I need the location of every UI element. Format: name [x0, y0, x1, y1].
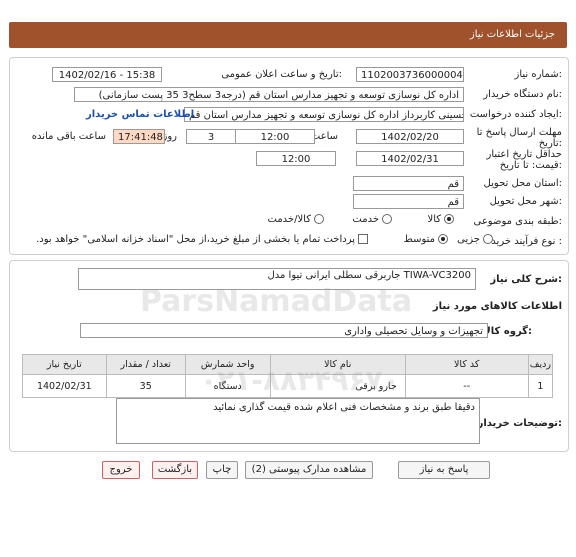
radio-icon[interactable] — [444, 214, 454, 224]
city-field: قم — [353, 194, 464, 209]
city-label: شهر محل تحویل: — [489, 196, 562, 207]
process-option-medium[interactable]: متوسط — [404, 234, 448, 245]
back-button[interactable]: بازگشت — [152, 461, 198, 479]
creator-label: ایجاد کننده درخواست: — [469, 109, 562, 120]
view-attachments-button[interactable]: مشاهده مدارک پیوستی (2) — [245, 461, 373, 479]
col-qty: تعداد / مقدار — [105, 354, 186, 375]
checkbox-icon[interactable] — [358, 234, 368, 244]
deadline-label: مهلت ارسال پاسخ تا تاریخ: — [476, 127, 562, 149]
validity-label: حداقل تاریخ اعتبار قیمت: تا تاریخ: — [486, 149, 562, 171]
cell-row: 1 — [527, 374, 554, 398]
col-date: تاریخ نیاز — [22, 354, 107, 375]
category-label: طبقه بندی موضوعی: — [473, 216, 563, 227]
deadline-date-field: 1402/02/20 — [356, 129, 464, 144]
process-label: نوع فرآیند خرید : — [491, 236, 562, 247]
goods-group-label: گروه کالا: — [483, 326, 532, 337]
reply-button[interactable]: پاسخ به نیاز — [398, 461, 490, 479]
buyer-notes-field: دقیقا طبق برند و مشخصات فنی اعلام شده قی… — [116, 398, 480, 444]
col-code: کد کالا — [404, 354, 529, 375]
remaining-label: ساعت باقی مانده — [31, 131, 106, 142]
remaining-time-field: 17:41:48 — [113, 129, 165, 144]
watermark-brand: ParsNamadData — [140, 284, 413, 319]
goods-section-title: اطلاعات کالاهای مورد نیاز — [432, 301, 562, 312]
province-field: قم — [353, 176, 464, 191]
exit-button[interactable]: خروج — [102, 461, 140, 479]
buyer-notes-label: توضیحات خریدار: — [477, 418, 562, 429]
category-option-goods-service[interactable]: کالا/خدمت — [268, 214, 324, 225]
buyer-field: اداره کل نوسازی توسعه و تجهیز مدارس استا… — [74, 87, 464, 102]
cell-qty: 35 — [105, 374, 186, 398]
radio-icon[interactable] — [483, 234, 493, 244]
category-option-service[interactable]: خدمت — [352, 214, 392, 225]
cell-date: 1402/02/31 — [22, 374, 107, 398]
goods-group-field: تجهیزات و وسایل تحصیلی واداری — [80, 323, 488, 338]
validity-date-field: 1402/02/31 — [356, 151, 464, 166]
watermark-phone: ۰۲۱-۸۸۳۴۹۶۷۰ — [200, 364, 400, 397]
buyer-label: نام دستگاه خریدار: — [483, 89, 562, 100]
creator-field: سیدجلال حسینی کاربرداز اداره کل نوسازی ت… — [184, 107, 464, 122]
page-title: جزئیات اطلاعات نیاز — [469, 29, 555, 40]
days-field: 3 — [186, 129, 236, 144]
announce-field: 1402/02/16 - 15:38 — [52, 67, 162, 82]
process-option-minor[interactable]: جزیی — [457, 234, 493, 245]
print-button[interactable]: چاپ — [206, 461, 238, 479]
province-label: استان محل تحویل: — [483, 178, 562, 189]
need-number-field: 1102003736000004 — [356, 67, 464, 82]
category-option-goods[interactable]: کالا — [427, 214, 454, 225]
treasury-payment-checkbox[interactable]: پرداخت تمام یا بخشی از مبلغ خرید،از محل … — [36, 234, 368, 245]
radio-icon[interactable] — [382, 214, 392, 224]
radio-icon[interactable] — [438, 234, 448, 244]
col-row: ردیف — [527, 354, 554, 375]
cell-code: -- — [404, 374, 529, 398]
buyer-contact-link[interactable]: اطلاعات تماس خریدار — [86, 109, 194, 120]
need-number-label: شماره نیاز: — [514, 69, 562, 80]
announce-label: تاریخ و ساعت اعلان عمومی: — [221, 69, 342, 80]
description-label: شرح کلی نیاز: — [490, 274, 562, 285]
deadline-time-field: 12:00 — [235, 129, 315, 144]
validity-time-field: 12:00 — [256, 151, 336, 166]
page-header: جزئیات اطلاعات نیاز — [9, 22, 567, 48]
radio-icon[interactable] — [314, 214, 324, 224]
